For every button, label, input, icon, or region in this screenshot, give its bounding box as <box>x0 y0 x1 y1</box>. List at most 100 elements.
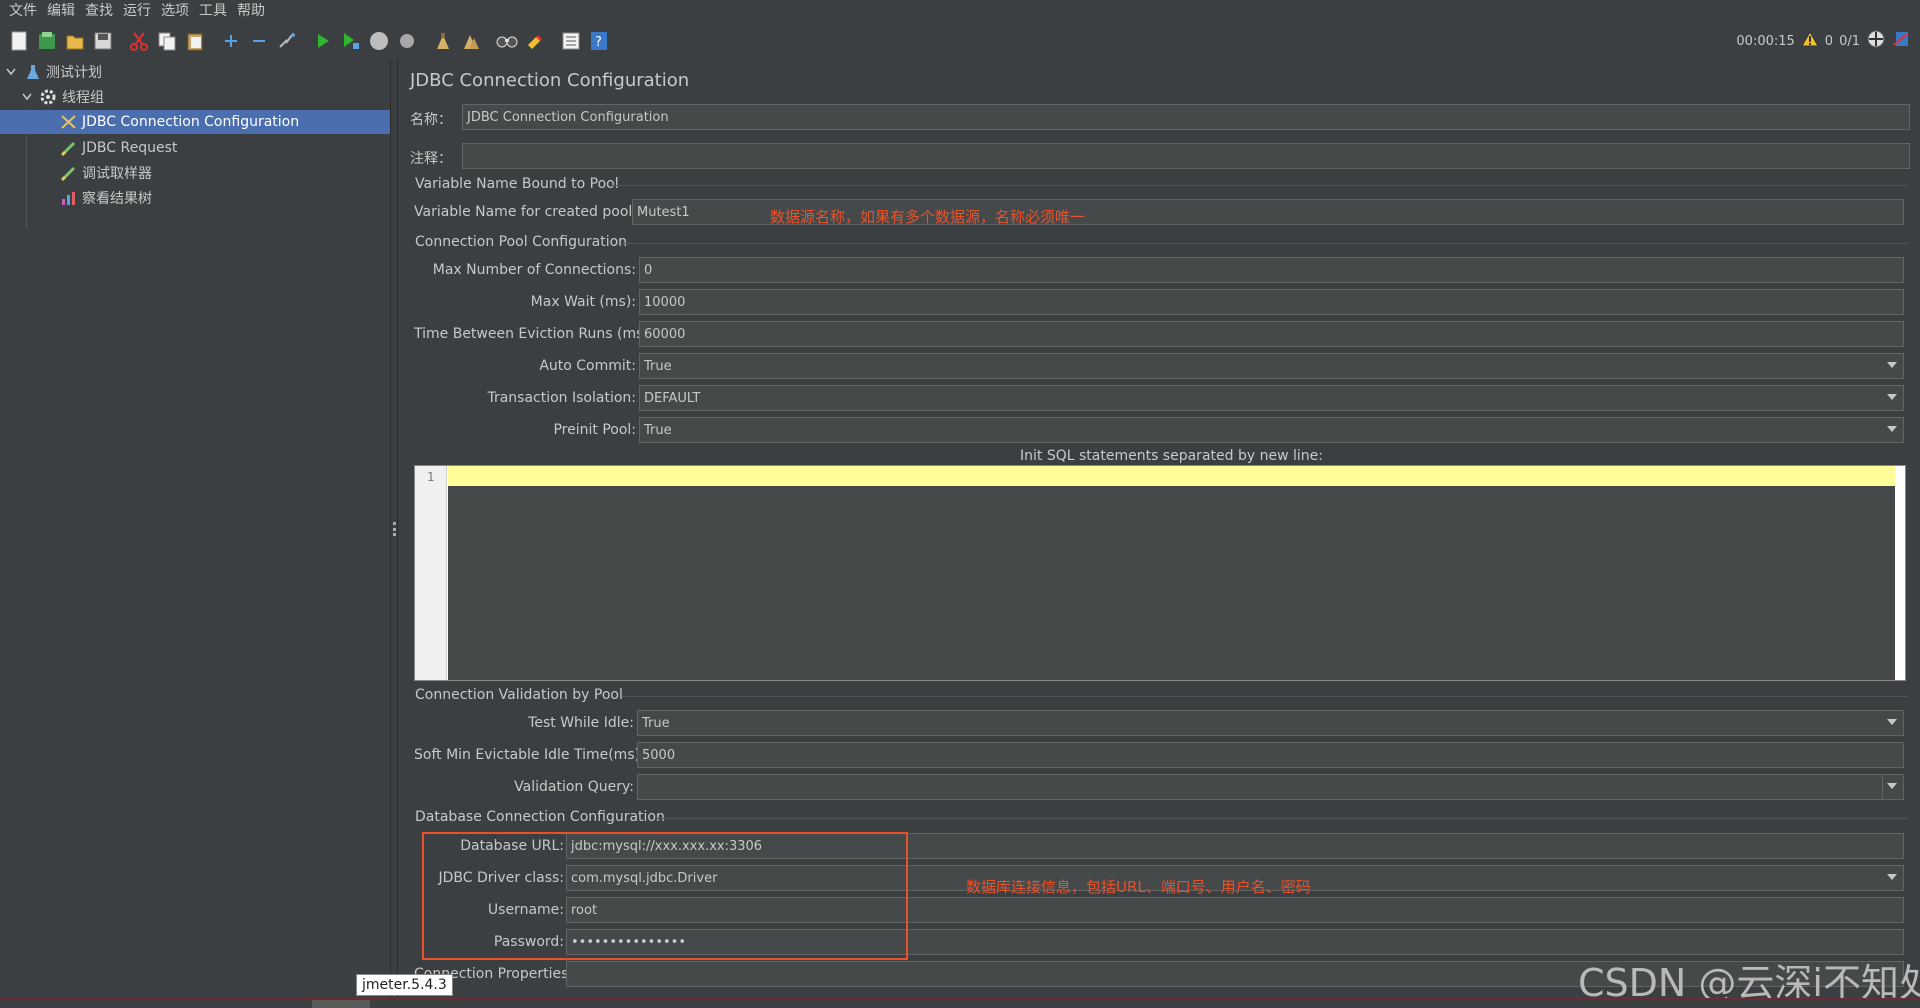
chevron-down-icon[interactable] <box>1887 426 1897 432</box>
page-title: JDBC Connection Configuration <box>410 70 690 91</box>
horizontal-scrollbar[interactable] <box>312 1000 370 1008</box>
paste-icon[interactable] <box>182 28 208 54</box>
thread-count: 0/1 <box>1839 33 1860 49</box>
auto-commit-select[interactable]: True <box>639 353 1904 379</box>
tree-item-label: 线程组 <box>62 90 104 106</box>
templates-icon[interactable] <box>34 28 60 54</box>
variable-name-label: Variable Name for created pool: <box>414 204 637 220</box>
menu-tools[interactable]: 工具 <box>194 0 232 20</box>
menu-help[interactable]: 帮助 <box>232 0 270 20</box>
config-icon <box>60 114 78 130</box>
eviction-runs-label: Time Between Eviction Runs (ms): <box>414 326 654 342</box>
start-icon[interactable] <box>310 28 336 54</box>
menu-file[interactable]: 文件 <box>4 0 42 20</box>
log-icon[interactable] <box>1892 29 1912 53</box>
tree-item-label: 测试计划 <box>46 65 102 81</box>
line-number-gutter: 1 <box>415 466 447 680</box>
menu-edit[interactable]: 编辑 <box>42 0 80 20</box>
menu-options[interactable]: 选项 <box>156 0 194 20</box>
new-icon[interactable] <box>6 28 32 54</box>
listener-icon <box>60 190 78 206</box>
chevron-down-icon[interactable] <box>1887 394 1897 400</box>
max-connections-field[interactable]: 0 <box>639 257 1904 283</box>
name-field[interactable]: JDBC Connection Configuration <box>462 104 1910 130</box>
thread-group-icon <box>40 89 56 105</box>
chevron-down-icon[interactable] <box>1887 783 1897 789</box>
cut-icon[interactable] <box>126 28 152 54</box>
test-while-idle-select[interactable]: True <box>637 710 1904 736</box>
save-icon[interactable] <box>90 28 116 54</box>
section-variable-name: Variable Name Bound to Pool <box>415 176 619 192</box>
section-database-connection: Database Connection Configuration <box>415 809 665 825</box>
svg-text:?: ? <box>595 35 602 50</box>
editor-scrollbar[interactable] <box>1895 466 1905 680</box>
soft-min-idle-label: Soft Min Evictable Idle Time(ms): <box>414 747 645 763</box>
warning-icon[interactable] <box>1800 30 1819 51</box>
menu-search[interactable]: 查找 <box>80 0 118 20</box>
reset-search-icon[interactable] <box>522 28 548 54</box>
toolbar: ? 00:00:15 0 0/1 <box>0 22 1920 60</box>
chevron-down-icon[interactable] <box>20 93 34 101</box>
tree-item-label: JDBC Connection Configuration <box>82 114 300 130</box>
tree-item-thread-group[interactable]: 线程组 <box>20 85 390 109</box>
test-plan-tree: 测试计划 线程组 JDBC Connection Configuration J… <box>0 60 390 1008</box>
version-tooltip: jmeter.5.4.3 <box>356 974 453 996</box>
name-label: 名称： <box>410 112 452 128</box>
test-plan-icon <box>26 64 40 80</box>
tree-item-test-plan[interactable]: 测试计划 <box>4 60 390 84</box>
tree-item-label: JDBC Request <box>82 140 178 156</box>
preinit-pool-label: Preinit Pool: <box>553 422 636 438</box>
validation-query-label: Validation Query: <box>514 779 634 795</box>
line-number: 1 <box>427 470 435 484</box>
tree-item-jdbc-config[interactable]: JDBC Connection Configuration <box>0 110 390 134</box>
preinit-pool-select[interactable]: True <box>639 417 1904 443</box>
soft-min-idle-field[interactable]: 5000 <box>637 742 1904 768</box>
max-connections-label: Max Number of Connections: <box>432 262 636 278</box>
eviction-runs-field[interactable]: 60000 <box>639 321 1904 347</box>
start-no-pause-icon[interactable] <box>338 28 364 54</box>
tree-item-results-tree[interactable]: 察看结果树 <box>60 186 390 210</box>
clear-all-icon[interactable] <box>458 28 484 54</box>
search-icon[interactable] <box>494 28 520 54</box>
expand-icon[interactable] <box>218 28 244 54</box>
shutdown-icon[interactable] <box>394 28 420 54</box>
preinit-pool-value: True <box>644 422 672 438</box>
chevron-down-icon[interactable] <box>4 68 18 76</box>
comment-label: 注释： <box>410 151 452 167</box>
auto-commit-value: True <box>644 358 672 374</box>
toggle-icon[interactable] <box>274 28 300 54</box>
tree-item-debug-sampler[interactable]: 调试取样器 <box>60 161 390 185</box>
config-panel: JDBC Connection Configuration 名称： JDBC C… <box>400 60 1920 1008</box>
annotation-db-info: 数据库连接信息，包括URL、端口号、用户名、密码 <box>966 878 1311 896</box>
tree-item-jdbc-request[interactable]: JDBC Request <box>60 136 390 160</box>
init-sql-label: Init SQL statements separated by new lin… <box>1020 448 1323 464</box>
clear-icon[interactable] <box>430 28 456 54</box>
chevron-down-icon[interactable] <box>1887 874 1897 880</box>
editor-body[interactable] <box>448 486 1896 680</box>
comment-field[interactable] <box>462 143 1910 169</box>
warning-count: 0 <box>1824 33 1834 49</box>
copy-icon[interactable] <box>154 28 180 54</box>
chevron-down-icon[interactable] <box>1887 719 1897 725</box>
remote-icon[interactable] <box>1866 29 1886 53</box>
max-wait-field[interactable]: 10000 <box>639 289 1904 315</box>
function-helper-icon[interactable] <box>558 28 584 54</box>
auto-commit-label: Auto Commit: <box>539 358 636 374</box>
transaction-isolation-select[interactable]: DEFAULT <box>639 385 1904 411</box>
menu-run[interactable]: 运行 <box>118 0 156 20</box>
validation-query-combo[interactable] <box>637 774 1904 800</box>
section-connection-pool: Connection Pool Configuration <box>415 234 628 250</box>
init-sql-editor[interactable]: 1 <box>414 465 1906 681</box>
sampler-icon <box>60 165 78 181</box>
help-icon[interactable]: ? <box>586 28 612 54</box>
open-icon[interactable] <box>62 28 88 54</box>
highlight-box <box>422 832 908 960</box>
chevron-down-icon[interactable] <box>1887 362 1897 368</box>
collapse-icon[interactable] <box>246 28 272 54</box>
stop-icon[interactable] <box>366 28 392 54</box>
drag-handle-icon[interactable] <box>393 522 396 536</box>
test-while-idle-value: True <box>642 715 670 731</box>
menubar: 文件 编辑 查找 运行 选项 工具 帮助 <box>0 0 1920 20</box>
sampler-icon <box>60 140 78 156</box>
tree-item-label: 察看结果树 <box>82 191 152 207</box>
